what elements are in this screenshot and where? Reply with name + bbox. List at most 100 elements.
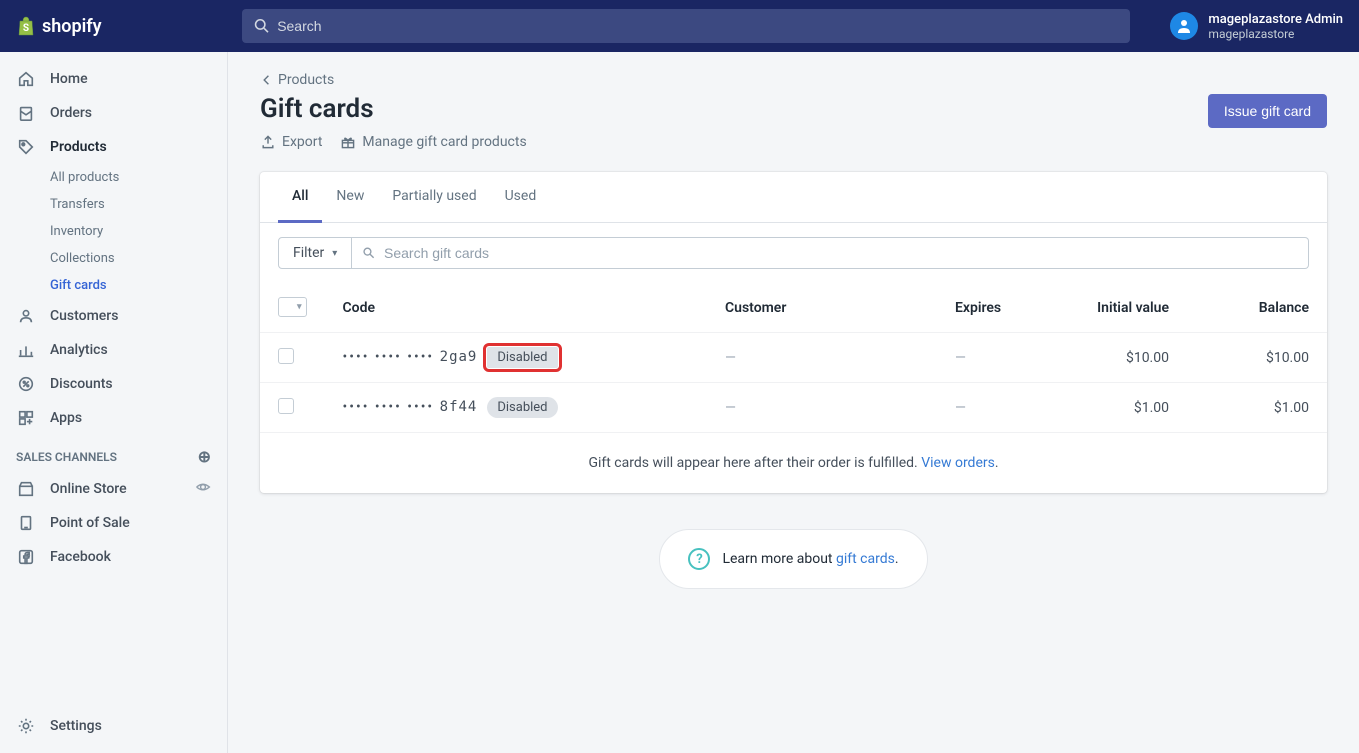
sidebar-item-label: Analytics	[50, 342, 108, 358]
expires-cell: —	[955, 400, 966, 416]
th-balance: Balance	[1187, 283, 1327, 333]
subnav-all-products[interactable]: All products	[50, 164, 227, 191]
table-row[interactable]: •••• •••• •••• 8f44 Disabled — — $1.00$1.00	[260, 383, 1327, 433]
user-store: mageplazastore	[1208, 27, 1343, 41]
row-checkbox[interactable]	[278, 348, 294, 364]
facebook-icon	[16, 547, 36, 567]
sidebar-item-label: Orders	[50, 105, 92, 121]
customer-cell: —	[725, 350, 736, 366]
th-code: Code	[325, 283, 707, 333]
gift-icon	[340, 134, 356, 150]
learn-text: Learn more about gift cards.	[722, 551, 898, 567]
sales-channels-header: SALES CHANNELS ⊕	[0, 435, 227, 472]
user-info: mageplazastore Admin mageplazastore	[1208, 12, 1343, 41]
orders-icon	[16, 103, 36, 123]
subnav-gift-cards[interactable]: Gift cards	[50, 272, 227, 299]
code-suffix: 2ga9	[440, 349, 478, 365]
sidebar-item-facebook[interactable]: Facebook	[0, 540, 227, 574]
preview-icon[interactable]	[195, 479, 211, 499]
gift-cards-table: Code Customer Expires Initial value Bala…	[260, 283, 1327, 432]
search-icon	[254, 18, 270, 34]
tab-all[interactable]: All	[278, 172, 322, 223]
export-button[interactable]: Export	[260, 134, 322, 150]
apps-icon	[16, 408, 36, 428]
learn-link[interactable]: gift cards	[836, 551, 895, 567]
table-footer: Gift cards will appear here after their …	[260, 432, 1327, 493]
sidebar-item-online-store[interactable]: Online Store	[0, 472, 227, 506]
sidebar-item-analytics[interactable]: Analytics	[0, 333, 227, 367]
view-orders-link[interactable]: View orders	[921, 455, 995, 471]
export-label: Export	[282, 134, 322, 150]
add-channel-icon[interactable]: ⊕	[198, 447, 211, 466]
sidebar-item-home[interactable]: Home	[0, 62, 227, 96]
logo[interactable]: S shopify	[16, 15, 102, 37]
sidebar-item-settings[interactable]: Settings	[0, 709, 227, 743]
select-all-checkbox[interactable]	[278, 297, 307, 317]
products-subnav: All products Transfers Inventory Collect…	[0, 164, 227, 299]
primary-nav: Home Orders Products All products Transf…	[0, 52, 227, 584]
analytics-icon	[16, 340, 36, 360]
code-mask: •••• •••• ••••	[343, 399, 440, 415]
subnav-collections[interactable]: Collections	[50, 245, 227, 272]
sidebar-item-discounts[interactable]: Discounts	[0, 367, 227, 401]
section-title-label: SALES CHANNELS	[16, 450, 117, 464]
filter-label: Filter	[293, 245, 324, 261]
code-suffix: 8f44	[440, 399, 478, 415]
row-checkbox[interactable]	[278, 398, 294, 414]
status-badge: Disabled	[487, 397, 557, 418]
subnav-inventory[interactable]: Inventory	[50, 218, 227, 245]
shopify-bag-icon: S	[16, 15, 36, 37]
filter-row: Filter	[260, 223, 1327, 283]
initial-cell: $1.00	[1047, 383, 1187, 433]
gift-card-search-input[interactable]	[384, 245, 1298, 261]
footer-period: .	[995, 455, 999, 471]
search-input[interactable]	[277, 18, 1118, 34]
manage-label: Manage gift card products	[362, 134, 526, 150]
sidebar-item-apps[interactable]: Apps	[0, 401, 227, 435]
user-name: mageplazastore Admin	[1208, 12, 1343, 27]
filter-button[interactable]: Filter	[278, 237, 352, 269]
svg-text:S: S	[23, 23, 29, 34]
sidebar-item-label: Apps	[50, 410, 82, 426]
user-menu[interactable]: mageplazastore Admin mageplazastore	[1150, 12, 1343, 41]
subnav-transfers[interactable]: Transfers	[50, 191, 227, 218]
breadcrumb[interactable]: Products	[260, 72, 1327, 88]
sidebar-item-label: Facebook	[50, 549, 111, 565]
issue-gift-card-button[interactable]: Issue gift card	[1208, 94, 1327, 128]
manage-products-button[interactable]: Manage gift card products	[340, 134, 526, 150]
sidebar-item-label: Discounts	[50, 376, 113, 392]
learn-label: Learn more about	[722, 551, 836, 567]
sidebar: Home Orders Products All products Transf…	[0, 52, 228, 753]
tab-used[interactable]: Used	[491, 172, 551, 223]
tab-partially-used[interactable]: Partially used	[378, 172, 490, 223]
learn-period: .	[895, 551, 899, 567]
expires-cell: —	[955, 350, 966, 366]
customer-cell: —	[725, 400, 736, 416]
main-content: Products Gift cards Export Manage gift c…	[228, 52, 1359, 753]
gift-cards-card: All New Partially used Used Filter Code …	[260, 172, 1327, 493]
sidebar-bottom: Settings	[0, 699, 227, 753]
brand-name: shopify	[42, 16, 102, 37]
search-icon	[362, 246, 376, 260]
sidebar-item-customers[interactable]: Customers	[0, 299, 227, 333]
initial-cell: $10.00	[1047, 333, 1187, 383]
sidebar-item-pos[interactable]: Point of Sale	[0, 506, 227, 540]
store-icon	[16, 479, 36, 499]
searchbar[interactable]	[242, 9, 1131, 43]
chevron-left-icon	[260, 73, 274, 87]
help-icon: ?	[688, 548, 710, 570]
footer-text: Gift cards will appear here after their …	[588, 455, 921, 471]
table-row[interactable]: •••• •••• •••• 2ga9Disabled——$10.00$10.0…	[260, 333, 1327, 383]
balance-cell: $1.00	[1187, 383, 1327, 433]
pos-icon	[16, 513, 36, 533]
sidebar-item-orders[interactable]: Orders	[0, 96, 227, 130]
avatar	[1170, 12, 1198, 40]
search-field[interactable]	[352, 237, 1309, 269]
sidebar-item-products[interactable]: Products	[0, 130, 227, 164]
export-icon	[260, 134, 276, 150]
page-header: Gift cards Export Manage gift card produ…	[260, 94, 1327, 150]
tab-new[interactable]: New	[322, 172, 378, 223]
sidebar-item-label: Home	[50, 71, 88, 87]
page-title: Gift cards	[260, 94, 527, 124]
customers-icon	[16, 306, 36, 326]
